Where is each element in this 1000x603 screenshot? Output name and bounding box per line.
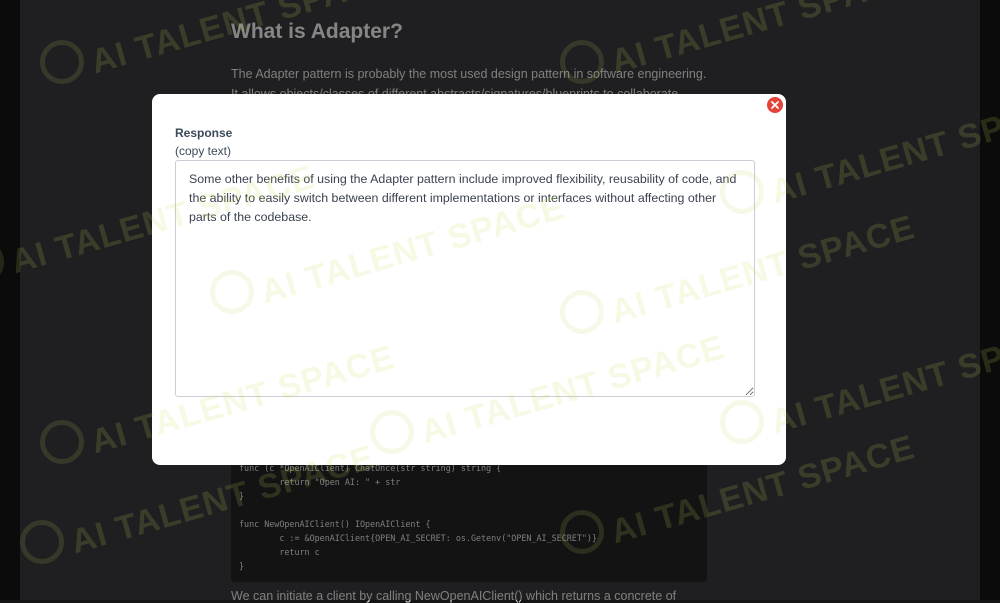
close-button[interactable] [767,97,783,113]
copy-text-hint: (copy text) [175,144,232,158]
response-label: Response [175,126,233,140]
response-textarea[interactable]: Some other benefits of using the Adapter… [175,160,755,397]
response-modal: Response (copy text) Some other benefits… [152,94,786,465]
close-icon [771,101,779,109]
